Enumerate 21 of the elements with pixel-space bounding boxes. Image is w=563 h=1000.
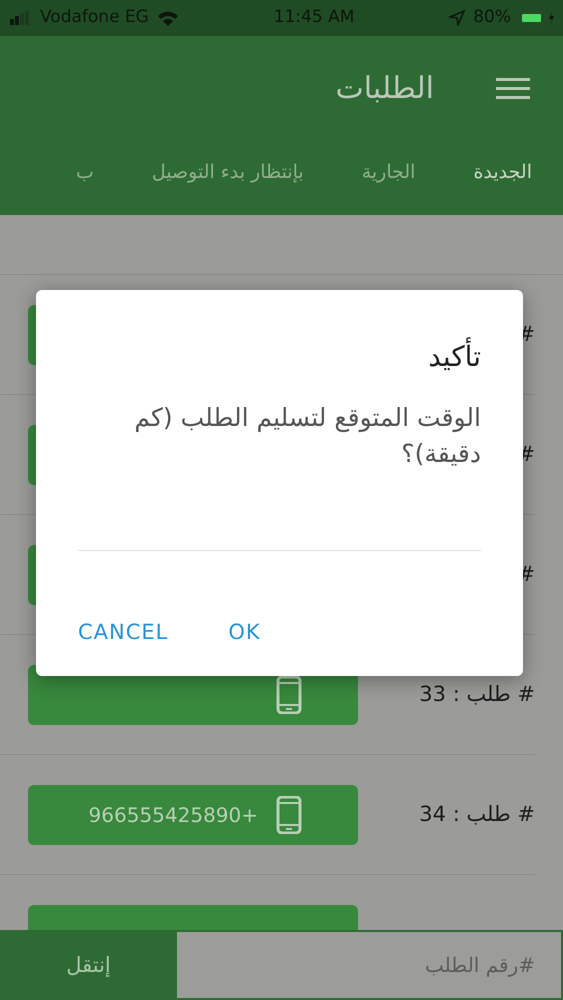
tab[interactable]: الجارية xyxy=(362,158,416,197)
tab[interactable]: بإنتظار بدء التوصيل xyxy=(152,158,304,197)
battery-charging-icon xyxy=(519,10,555,26)
dialog-title: تأكيد xyxy=(78,336,481,378)
location-arrow-icon xyxy=(449,10,466,26)
go-button[interactable]: إنتقل xyxy=(0,932,177,1000)
order-number: # طلب : 33 xyxy=(419,680,535,708)
order-number-field[interactable]: #رقم الطلب xyxy=(177,932,563,1000)
page-title: الطلبات xyxy=(336,70,434,108)
menu-icon[interactable] xyxy=(496,76,530,100)
signal-icon xyxy=(8,11,32,25)
phone-icon xyxy=(276,676,302,714)
order-number: # طلب : 34 xyxy=(419,800,535,828)
ok-button[interactable]: OK xyxy=(228,608,261,656)
phone-icon xyxy=(276,796,302,834)
dialog-message: الوقت المتوقع لتسليم الطلب (كم دقيقة)؟ xyxy=(133,402,481,470)
cancel-button[interactable]: CANCEL xyxy=(78,608,168,656)
phone-button[interactable]: 966555425890+ xyxy=(28,784,358,844)
tab[interactable]: ب xyxy=(76,158,94,197)
tab[interactable]: الجديدة xyxy=(473,158,532,197)
wifi-icon xyxy=(156,10,179,26)
